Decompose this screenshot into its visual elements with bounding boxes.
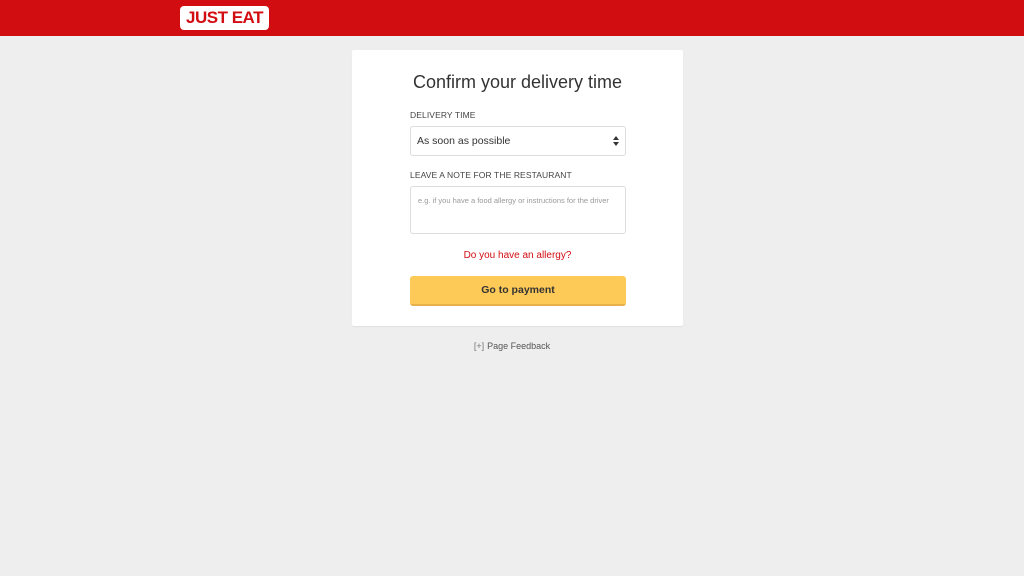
allergy-link[interactable]: Do you have an allergy? — [352, 250, 683, 261]
note-placeholder: e.g. if you have a food allergy or instr… — [418, 196, 609, 205]
delivery-time-select[interactable]: As soon as possible — [410, 126, 626, 156]
delivery-time-value: As soon as possible — [417, 135, 511, 147]
delivery-time-label: DELIVERY TIME — [410, 110, 476, 120]
page-title: Confirm your delivery time — [412, 72, 623, 92]
page-feedback-link[interactable]: [+] Page Feedback — [0, 341, 1024, 351]
select-arrows-icon — [613, 136, 619, 146]
just-eat-logo[interactable]: JUST EAT — [180, 6, 269, 30]
note-label: LEAVE A NOTE FOR THE RESTAURANT — [410, 170, 572, 180]
restaurant-note-field[interactable]: e.g. if you have a food allergy or instr… — [410, 186, 626, 234]
go-to-payment-button[interactable]: Go to payment — [410, 276, 626, 306]
expand-icon: [+] — [473, 341, 485, 351]
top-bar: JUST EAT — [0, 0, 1024, 36]
delivery-time-card: Confirm your delivery time DELIVERY TIME… — [352, 50, 683, 326]
page-feedback-label: Page Feedback — [487, 341, 551, 351]
